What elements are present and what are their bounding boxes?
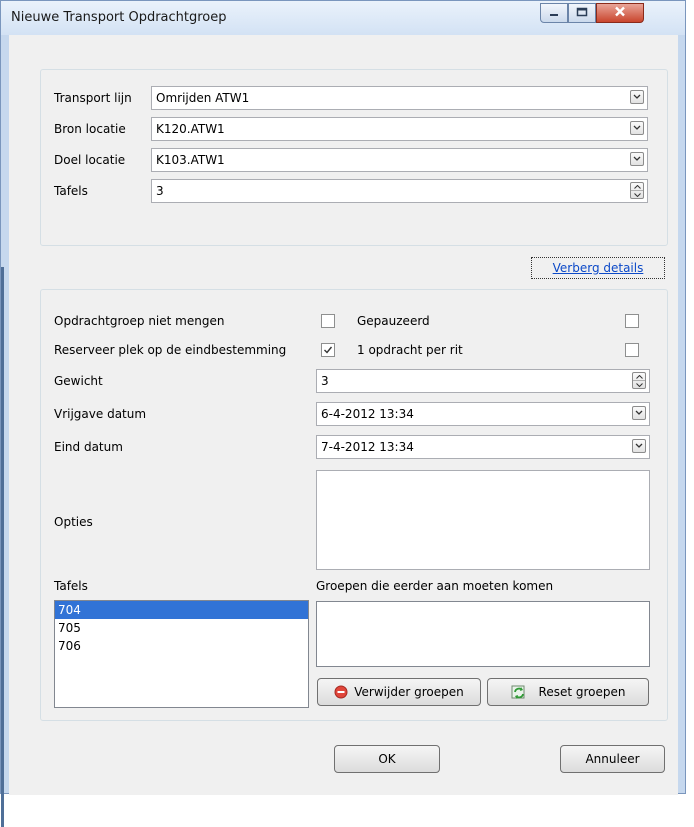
- details-group: Opdrachtgroep niet mengen Gepauzeerd Res…: [40, 289, 668, 721]
- chevron-down-icon[interactable]: [630, 152, 644, 166]
- dialog-body: Transport lijn Omrijden ATW1 Bron locati…: [9, 35, 678, 795]
- vrijgave-datum-picker[interactable]: 6-4-2012 13:34: [316, 402, 650, 426]
- opties-textarea[interactable]: [316, 470, 650, 570]
- gewicht-label: Gewicht: [54, 374, 103, 388]
- remove-icon: [334, 685, 348, 699]
- een-opdracht-label: 1 opdracht per rit: [357, 343, 463, 357]
- refresh-icon: [511, 684, 527, 700]
- bron-locatie-label: Bron locatie: [54, 122, 126, 136]
- transport-lijn-value: Omrijden ATW1: [156, 91, 250, 105]
- doel-locatie-combo[interactable]: K103.ATW1: [151, 148, 648, 172]
- tafels-listbox[interactable]: 704 705 706: [54, 600, 309, 708]
- close-button[interactable]: [596, 3, 644, 23]
- gewicht-spinner[interactable]: 3: [316, 369, 650, 393]
- dialog-window: Nieuwe Transport Opdrachtgroep Transport…: [0, 0, 686, 827]
- checkmark-icon: [324, 346, 333, 354]
- tafels-list-label: Tafels: [54, 579, 88, 593]
- maximize-icon: [576, 6, 588, 20]
- tafels-count-spinner[interactable]: 3: [151, 179, 648, 203]
- reset-groepen-label: Reset groepen: [538, 685, 626, 699]
- tafels-count-label: Tafels: [54, 184, 88, 198]
- eind-datum-picker[interactable]: 7-4-2012 13:34: [316, 435, 650, 459]
- reset-groepen-button[interactable]: Reset groepen: [487, 678, 649, 706]
- chevron-down-icon[interactable]: [632, 439, 646, 453]
- route-group: Transport lijn Omrijden ATW1 Bron locati…: [40, 69, 668, 246]
- maximize-button[interactable]: [568, 3, 596, 23]
- chevron-down-icon[interactable]: [632, 406, 646, 420]
- transport-lijn-label: Transport lijn: [54, 91, 132, 105]
- een-opdracht-checkbox[interactable]: [625, 343, 639, 357]
- doel-locatie-value: K103.ATW1: [156, 153, 225, 167]
- window-title: Nieuwe Transport Opdrachtgroep: [11, 10, 227, 25]
- verberg-details-link[interactable]: Verberg details: [531, 257, 665, 279]
- spinner-arrows-icon[interactable]: [632, 372, 646, 389]
- reserveer-label: Reserveer plek op de eindbestemming: [54, 343, 287, 357]
- gewicht-value: 3: [321, 374, 329, 388]
- minimize-button[interactable]: [540, 3, 568, 23]
- minimize-icon: [549, 6, 559, 20]
- verwijder-groepen-label: Verwijder groepen: [354, 685, 464, 699]
- title-bar[interactable]: Nieuwe Transport Opdrachtgroep: [1, 1, 685, 35]
- reserveer-checkbox[interactable]: [321, 343, 335, 357]
- eind-datum-label: Eind datum: [54, 440, 123, 454]
- groepen-listbox[interactable]: [316, 601, 650, 667]
- window-frame-left: [1, 35, 9, 827]
- bron-locatie-value: K120.ATW1: [156, 122, 225, 136]
- list-item[interactable]: 705: [55, 619, 308, 637]
- niet-mengen-label: Opdrachtgroep niet mengen: [54, 314, 225, 328]
- close-icon: [614, 6, 626, 20]
- window-frame-right: [678, 35, 685, 793]
- vrijgave-datum-label: Vrijgave datum: [54, 407, 147, 421]
- ok-button[interactable]: OK: [334, 745, 440, 773]
- list-item[interactable]: 706: [55, 637, 308, 655]
- tafels-count-value: 3: [156, 184, 164, 198]
- verwijder-groepen-button[interactable]: Verwijder groepen: [317, 678, 481, 706]
- groepen-label: Groepen die eerder aan moeten komen: [316, 579, 554, 593]
- niet-mengen-checkbox[interactable]: [321, 314, 335, 328]
- spinner-arrows-icon[interactable]: [630, 182, 644, 199]
- gepauzeerd-label: Gepauzeerd: [357, 314, 430, 328]
- list-item[interactable]: 704: [55, 601, 308, 619]
- transport-lijn-combo[interactable]: Omrijden ATW1: [151, 86, 648, 110]
- doel-locatie-label: Doel locatie: [54, 153, 126, 167]
- vrijgave-datum-value: 6-4-2012 13:34: [321, 407, 414, 421]
- eind-datum-value: 7-4-2012 13:34: [321, 440, 414, 454]
- opties-label: Opties: [54, 515, 93, 529]
- chevron-down-icon[interactable]: [630, 90, 644, 104]
- gepauzeerd-checkbox[interactable]: [625, 314, 639, 328]
- bron-locatie-combo[interactable]: K120.ATW1: [151, 117, 648, 141]
- chevron-down-icon[interactable]: [630, 121, 644, 135]
- annuleer-button[interactable]: Annuleer: [560, 745, 665, 773]
